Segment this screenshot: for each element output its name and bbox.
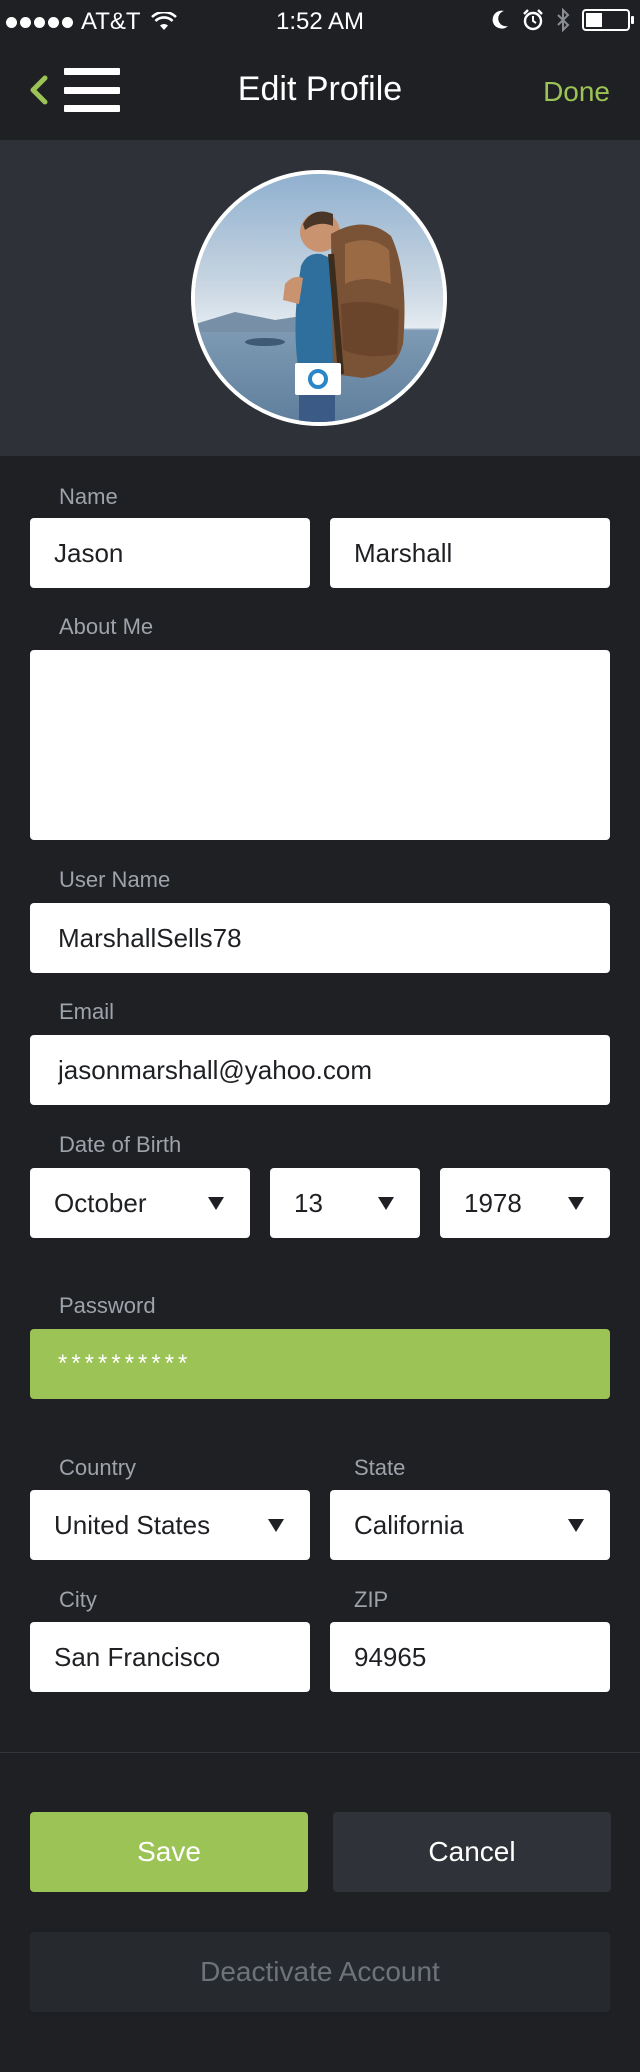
password-label: Password <box>59 1293 156 1318</box>
section-divider <box>0 1752 640 1753</box>
date-of-birth-label: Date of Birth <box>59 1132 182 1157</box>
about-me-textarea[interactable] <box>30 650 610 840</box>
last-name-value: Marshall <box>354 537 453 568</box>
first-name-value: Jason <box>54 537 124 568</box>
email-field[interactable]: jasonmarshall@yahoo.com <box>30 1035 610 1105</box>
save-button[interactable]: Save <box>30 1812 308 1892</box>
dropdown-arrow-icon <box>268 1518 284 1532</box>
status-bar: AT&T 1:52 AM <box>0 0 640 40</box>
about-me-label: About Me <box>59 614 154 639</box>
dob-day-value: 13 <box>294 1187 323 1218</box>
city-value: San Francisco <box>54 1641 221 1672</box>
dropdown-arrow-icon <box>208 1196 224 1210</box>
country-select[interactable]: United States <box>30 1490 310 1560</box>
cancel-button[interactable]: Cancel <box>333 1812 611 1892</box>
dropdown-arrow-icon <box>568 1196 584 1210</box>
country-label: Country <box>59 1455 137 1480</box>
name-label: Name <box>59 484 118 509</box>
moon-icon <box>492 10 508 29</box>
city-field[interactable]: San Francisco <box>30 1622 310 1692</box>
first-name-field[interactable]: Jason <box>30 518 310 588</box>
dropdown-arrow-icon <box>378 1196 394 1210</box>
change-photo-camera-icon[interactable] <box>295 363 341 395</box>
dob-month-select[interactable]: October <box>30 1168 250 1238</box>
zip-label: ZIP <box>354 1587 389 1612</box>
password-field[interactable]: ********** <box>30 1329 610 1399</box>
dob-year-value: 1978 <box>464 1187 522 1218</box>
state-value: California <box>354 1509 464 1540</box>
last-name-field[interactable]: Marshall <box>330 518 610 588</box>
deactivate-account-button[interactable]: Deactivate Account <box>30 1932 610 2012</box>
email-value: jasonmarshall@yahoo.com <box>58 1054 372 1085</box>
username-value: MarshallSells78 <box>58 922 242 953</box>
email-label: Email <box>59 999 115 1024</box>
username-field[interactable]: MarshallSells78 <box>30 903 610 973</box>
dob-day-select[interactable]: 13 <box>270 1168 420 1238</box>
battery-icon <box>582 9 634 31</box>
alarm-icon <box>523 9 543 31</box>
zip-field[interactable]: 94965 <box>330 1622 610 1692</box>
password-masked-value: ********** <box>58 1350 192 1377</box>
profile-photo-section <box>0 140 640 456</box>
state-label: State <box>354 1455 406 1480</box>
bluetooth-icon <box>557 8 570 32</box>
dropdown-arrow-icon <box>568 1518 584 1532</box>
status-icons <box>490 8 634 32</box>
state-select[interactable]: California <box>330 1490 610 1560</box>
navigation-bar: Edit Profile Done <box>0 40 640 140</box>
dob-year-select[interactable]: 1978 <box>440 1168 610 1238</box>
done-button[interactable]: Done <box>543 76 610 108</box>
edit-profile-screen: AT&T 1:52 AM Edit Profile Done Name Jaso… <box>0 0 640 2072</box>
zip-value: 94965 <box>354 1641 427 1672</box>
country-value: United States <box>54 1509 211 1540</box>
dob-month-value: October <box>54 1187 147 1218</box>
username-label: User Name <box>59 867 171 892</box>
city-label: City <box>59 1587 97 1612</box>
